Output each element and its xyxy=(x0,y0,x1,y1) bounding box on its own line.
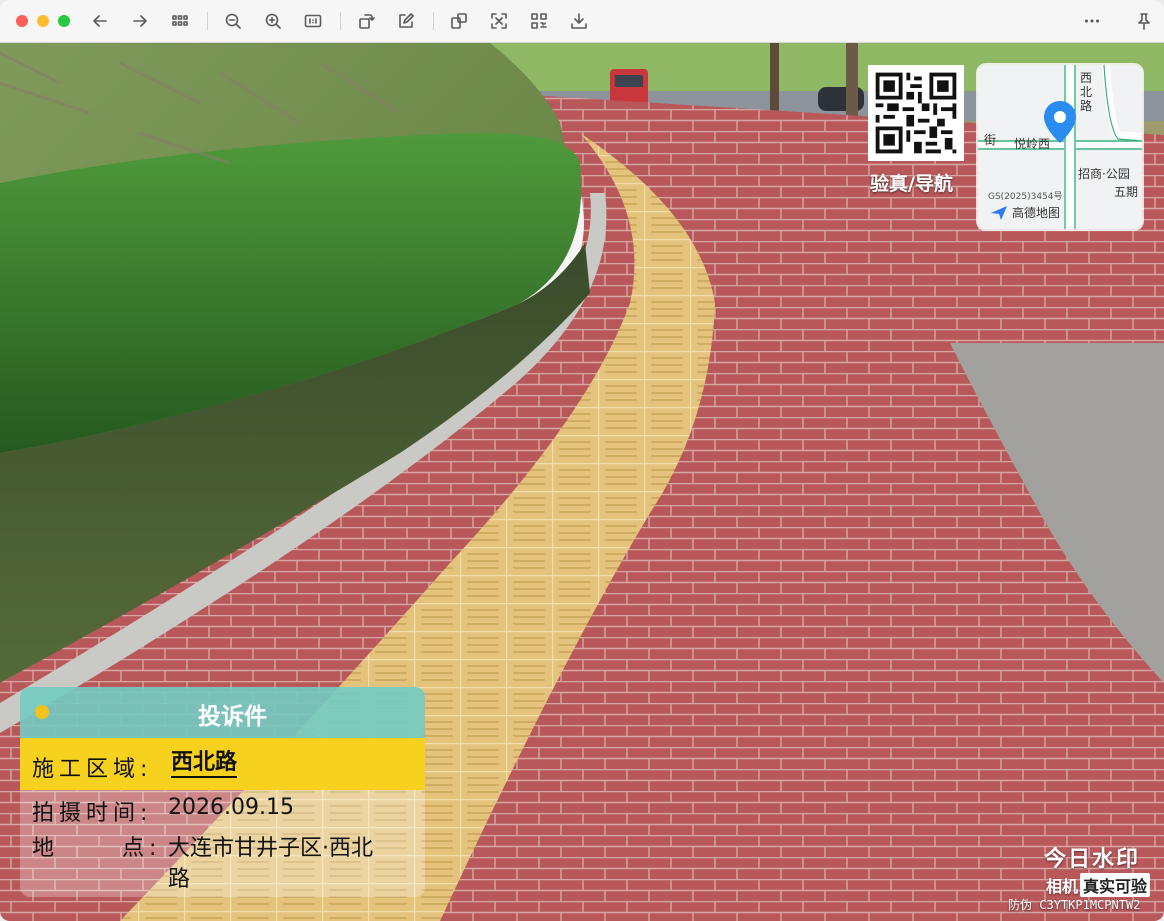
back-button[interactable] xyxy=(88,9,112,33)
card-title: 投诉件 xyxy=(198,704,267,730)
watermark-sub-a: 相机 xyxy=(1046,877,1079,896)
anti-fake-prefix: 防伪 xyxy=(1008,898,1033,912)
image-viewer-window: 验真/导航 西北路 街 悦岭西 招商·公园 五期 GS(2025)3454号 高… xyxy=(0,0,1164,921)
card-header: 投诉件 xyxy=(20,687,425,738)
anti-fake-code: 防伪 C3YTKP1MCPNTW2 xyxy=(1008,896,1140,913)
ellipsis-icon xyxy=(1085,19,1099,23)
zoom-out-button[interactable] xyxy=(221,9,245,33)
minimize-window-button[interactable] xyxy=(37,15,49,27)
map-license-code: GS(2025)3454号 xyxy=(988,192,1063,202)
forward-button[interactable] xyxy=(128,9,152,33)
map-road-label-jie: 街 xyxy=(984,133,997,147)
construction-area-label: 施工区域: xyxy=(32,757,153,782)
location-value-line2: 路 xyxy=(168,867,191,892)
qr-label: 验真/导航 xyxy=(870,173,953,195)
location-map-card[interactable]: 西北路 街 悦岭西 招商·公园 五期 GS(2025)3454号 高德地图 xyxy=(978,65,1142,229)
close-window-button[interactable] xyxy=(16,15,28,27)
zoom-in-button[interactable] xyxy=(261,9,285,33)
markup-button[interactable] xyxy=(394,9,418,33)
download-tray-icon xyxy=(571,13,587,29)
verification-qr-code[interactable] xyxy=(868,65,964,161)
verified-badge: 真实可验 xyxy=(1080,873,1151,897)
construction-area-value: 西北路 xyxy=(171,751,238,778)
photo-canvas[interactable]: 验真/导航 西北路 街 悦岭西 招商·公园 五期 GS(2025)3454号 高… xyxy=(0,43,1164,921)
location-label-a: 地 xyxy=(32,836,60,861)
watermark-info-card: 投诉件 施工区域: 西北路 拍摄时间: 2026.09.15 地 点: 大连市甘… xyxy=(20,687,425,897)
more-button[interactable] xyxy=(1080,9,1104,33)
pin-button[interactable] xyxy=(1132,9,1156,33)
qr-code-icon xyxy=(531,13,547,29)
watermark-app-subtitle: 相机 真实可验 xyxy=(1046,873,1151,897)
scan-text-icon xyxy=(491,13,507,29)
zoom-out-icon xyxy=(225,13,241,29)
pin-icon xyxy=(1138,13,1150,30)
map-road-label-xibei: 西北路 xyxy=(1080,71,1093,113)
rotate-icon xyxy=(359,14,375,29)
actual-size-icon xyxy=(304,14,322,28)
map-brand: 高德地图 xyxy=(1012,206,1061,220)
grid-view-button[interactable] xyxy=(168,9,192,33)
toolbar xyxy=(0,0,1164,43)
crop-icon xyxy=(451,13,467,29)
qr-scan-button[interactable] xyxy=(527,9,551,33)
save-button[interactable] xyxy=(567,9,591,33)
location-value-line1: 大连市甘井子区·西北 xyxy=(168,836,373,861)
anti-fake-value: C3YTKP1MCPNTW2 xyxy=(1039,898,1141,912)
location-label-b: 点: xyxy=(122,836,162,861)
map-pin-icon xyxy=(1044,101,1076,143)
actual-size-button[interactable] xyxy=(301,9,325,33)
pencil-square-icon xyxy=(399,13,414,28)
crop-button[interactable] xyxy=(447,9,471,33)
grid-icon xyxy=(172,15,188,26)
capture-time-label: 拍摄时间: xyxy=(32,801,153,826)
amap-logo-icon xyxy=(991,206,1007,220)
arrow-left-icon xyxy=(93,15,107,27)
capture-time-value: 2026.09.15 xyxy=(168,795,294,820)
map-poi-label-2: 五期 xyxy=(1114,185,1139,199)
watermark-app-title: 今日水印 xyxy=(1044,847,1141,872)
arrow-right-icon xyxy=(133,15,147,27)
zoom-window-button[interactable] xyxy=(58,15,70,27)
rotate-button[interactable] xyxy=(354,9,378,33)
map-poi-label: 招商·公园 xyxy=(1078,167,1130,181)
qr-code-image xyxy=(868,65,964,161)
adjust-button[interactable] xyxy=(487,9,511,33)
zoom-in-icon xyxy=(265,13,281,29)
